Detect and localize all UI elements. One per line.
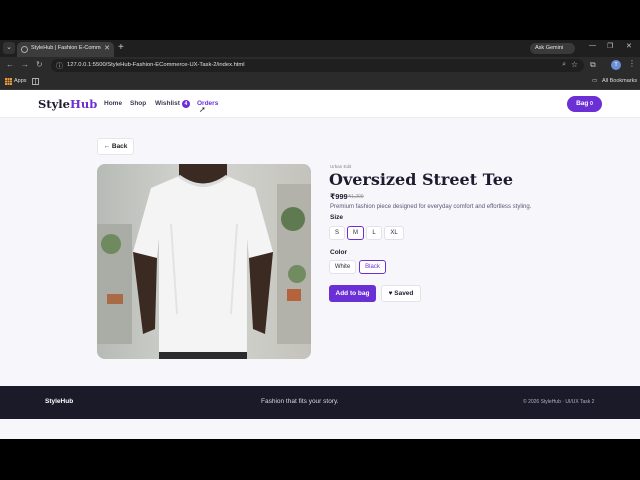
nav-home[interactable]: Home (104, 100, 122, 107)
bag-label: Bag (576, 100, 589, 107)
address-bar[interactable]: ⓘ 127.0.0.1:5500/StyleHub-Fashion-EComme… (51, 59, 584, 72)
tab-search-icon[interactable]: ⌄ (3, 42, 15, 54)
bag-button[interactable]: Bag 0 (567, 96, 602, 112)
site-footer: StyleHub Fashion that fits your story. ©… (0, 386, 640, 419)
browser-tabstrip: ⌄ StyleHub | Fashion E-Commerce ✕ + Ask … (0, 40, 640, 57)
ask-gemini-button[interactable]: Ask Gemini (530, 43, 575, 54)
logo-style-text: Style (38, 97, 70, 111)
bookmark-apps[interactable]: Apps (14, 78, 27, 84)
nav-wishlist-label: Wishlist (155, 100, 180, 107)
extensions-icon[interactable]: ⧉ (590, 60, 596, 70)
size-option-s[interactable]: S (329, 226, 345, 240)
page-bottom (0, 419, 640, 439)
size-option-l[interactable]: L (366, 226, 382, 240)
logo-hub-text: Hub (69, 97, 98, 111)
footer-tagline: Fashion that fits your story. (261, 398, 339, 405)
reload-icon[interactable]: ↻ (36, 60, 43, 70)
window-close-icon[interactable]: ✕ (626, 42, 632, 50)
footer-logo: StyleHub (45, 398, 74, 405)
zoom-icon[interactable]: ⌕ (562, 61, 566, 69)
wishlist-count-badge: 4 (181, 100, 190, 108)
restore-icon[interactable]: ❐ (607, 42, 613, 50)
web-page: StyleHub Home Shop Wishlist 4 Orders ➚ Ba… (0, 90, 640, 439)
product-description: Premium fashion piece designed for every… (330, 204, 532, 210)
browser-toolbar: ← → ↻ ⓘ 127.0.0.1:5500/StyleHub-Fashion-… (0, 57, 640, 74)
site-logo[interactable]: StyleHub (38, 97, 97, 111)
size-option-m[interactable]: M (347, 226, 364, 240)
tab-title: StyleHub | Fashion E-Commerce (31, 45, 101, 51)
profile-avatar[interactable]: T (611, 60, 621, 70)
screen: ⌄ StyleHub | Fashion E-Commerce ✕ + Ask … (0, 0, 640, 480)
tshirt-photo-icon (97, 164, 311, 359)
url-text: 127.0.0.1:5500/StyleHub-Fashion-ECommerc… (67, 62, 245, 68)
site-header: StyleHub Home Shop Wishlist 4 Orders ➚ Ba… (0, 90, 640, 118)
minimize-icon[interactable]: — (589, 42, 596, 49)
nav-shop[interactable]: Shop (130, 100, 146, 107)
nav-wishlist[interactable]: Wishlist 4 (155, 100, 190, 108)
product-price: ₹999 (330, 192, 348, 201)
footer-copyright: © 2026 StyleHub · UI/UX Task 2 (523, 399, 595, 405)
browser-tab[interactable]: StyleHub | Fashion E-Commerce ✕ (17, 42, 114, 57)
product-title: Oversized Street Tee (329, 170, 514, 189)
product-mrp: ₹1,299 (348, 194, 364, 200)
size-label: Size (330, 214, 344, 221)
new-tab-icon[interactable]: + (118, 42, 124, 54)
apps-grid-icon (5, 78, 12, 85)
mouse-cursor-icon: ➚ (199, 105, 206, 114)
bag-count: 0 (590, 101, 593, 107)
browser-menu-icon[interactable]: ⋮ (628, 59, 636, 68)
bookmark-all[interactable]: All Bookmarks (602, 78, 637, 84)
add-to-bag-button[interactable]: Add to bag (329, 285, 376, 302)
folder-icon: ▭ (592, 78, 598, 84)
back-arrow-icon[interactable]: ← (6, 60, 14, 70)
size-option-xl[interactable]: XL (384, 226, 404, 240)
color-label: Color (330, 249, 347, 256)
back-button[interactable]: ← Back (97, 138, 134, 155)
forward-arrow-icon[interactable]: → (21, 60, 29, 70)
globe-icon (21, 46, 28, 53)
bookmarks-bar: Apps ▭ All Bookmarks (0, 74, 640, 90)
color-option-white[interactable]: White (329, 260, 356, 274)
saved-wishlist-button[interactable]: ♥ Saved (381, 285, 421, 302)
close-icon[interactable]: ✕ (104, 45, 110, 53)
site-info-icon[interactable]: ⓘ (56, 61, 63, 71)
color-option-black[interactable]: Black (359, 260, 386, 274)
product-image (97, 164, 311, 359)
product-brand: Urban Edit (330, 164, 352, 169)
tab-groups-icon[interactable] (32, 78, 39, 85)
bookmark-star-icon[interactable]: ☆ (571, 60, 578, 69)
